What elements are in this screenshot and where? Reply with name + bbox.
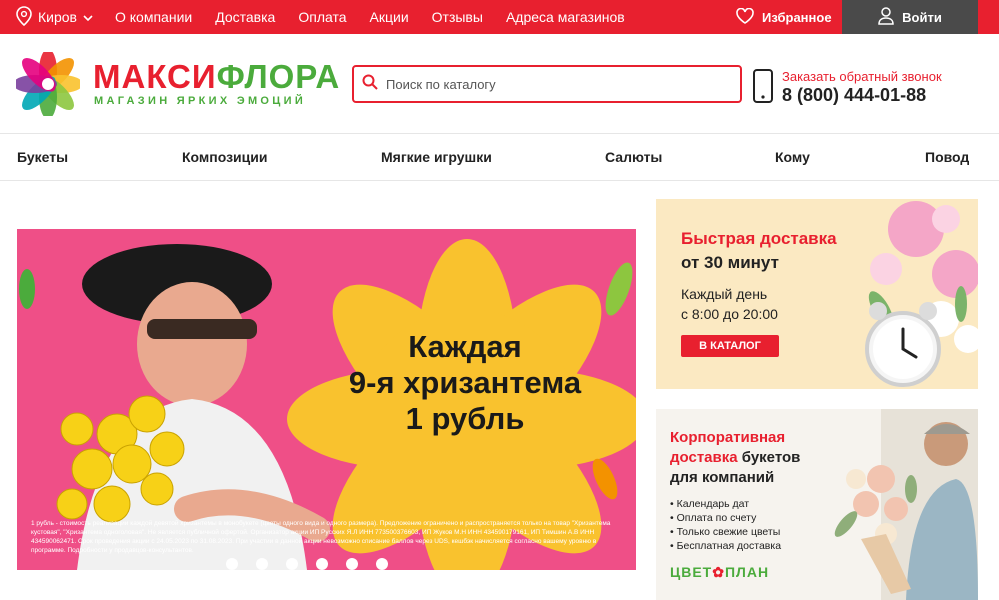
logo-wordmark: МАКСИФЛОРА (93, 58, 341, 95)
corporate-title-line3: для компаний (670, 469, 775, 486)
site-logo[interactable]: МАКСИФЛОРА МАГАЗИН ЯРКИХ ЭМОЦИЙ (16, 52, 339, 116)
corporate-benefits-list: Календарь дат Оплата по счету Только све… (670, 497, 781, 553)
user-icon (878, 6, 894, 28)
category-fireworks[interactable]: Салюты (605, 149, 662, 165)
list-item: Бесплатная доставка (670, 539, 781, 553)
top-nav-store-addresses[interactable]: Адреса магазинов (506, 9, 625, 25)
corporate-title-line2: доставка букетов (670, 449, 801, 466)
carousel-dots (226, 558, 388, 570)
category-soft-toys[interactable]: Мягкие игрушки (381, 149, 492, 165)
logo-tagline: МАГАЗИН ЯРКИХ ЭМОЦИЙ (94, 95, 307, 107)
delivery-title: Быстрая доставка (681, 229, 837, 248)
mobile-phone-icon (752, 69, 774, 108)
main-promo-banner[interactable]: Каждая 9-я хризантема 1 рубль 1 рубль - … (17, 229, 636, 570)
banner-headline: Каждая 9-я хризантема 1 рубль (348, 329, 582, 436)
category-bouquets[interactable]: Букеты (17, 149, 68, 165)
top-nav-payment[interactable]: Оплата (298, 9, 346, 25)
search-input[interactable] (386, 76, 726, 92)
login-label: Войти (902, 9, 942, 25)
carousel-dot[interactable] (286, 558, 298, 570)
favorites-link[interactable]: Избранное (736, 0, 832, 34)
corporate-title-line1: Корпоративная (670, 429, 786, 446)
search-box (352, 65, 742, 103)
top-nav-delivery[interactable]: Доставка (215, 9, 275, 25)
banner-fine-print: 1 рубль - стоимость реализации каждой де… (31, 520, 611, 554)
corporate-delivery-banner[interactable]: Корпоративная доставка букетов для компа… (656, 409, 978, 600)
top-nav-promotions[interactable]: Акции (370, 9, 409, 25)
catalog-button[interactable]: В КАТАЛОГ (681, 335, 779, 357)
delivery-subtitle: от 30 минут (681, 253, 779, 272)
list-item: Оплата по счету (670, 511, 781, 525)
category-occasion[interactable]: Повод (925, 149, 969, 165)
flower-icon: ✿ (712, 564, 725, 580)
delivery-schedule-line1: Каждый день (681, 286, 768, 302)
callback-link[interactable]: Заказать обратный звонок (782, 69, 942, 84)
top-nav-reviews[interactable]: Отзывы (432, 9, 483, 25)
list-item: Только свежие цветы (670, 525, 781, 539)
phone-number[interactable]: 8 (800) 444-01-88 (782, 85, 926, 106)
fast-delivery-banner[interactable]: Быстрая доставка от 30 минут Каждый день… (656, 199, 978, 389)
carousel-dot[interactable] (346, 558, 358, 570)
category-compositions[interactable]: Композиции (182, 149, 267, 165)
favorites-label: Избранное (762, 9, 832, 25)
divider (0, 180, 999, 181)
chevron-down-icon (83, 9, 93, 25)
delivery-schedule-line2: с 8:00 до 20:00 (681, 306, 778, 322)
top-bar: Киров О компании Доставка Оплата Акции О… (0, 0, 999, 34)
callback-block: Заказать обратный звонок 8 (800) 444-01-… (752, 69, 992, 105)
top-nav-about[interactable]: О компании (115, 9, 192, 25)
login-button[interactable]: Войти (842, 0, 978, 34)
carousel-dot[interactable] (226, 558, 238, 570)
carousel-dot[interactable] (256, 558, 268, 570)
heart-icon (736, 7, 754, 27)
carousel-dot[interactable] (376, 558, 388, 570)
city-selector[interactable]: Киров (16, 0, 93, 34)
carousel-dot[interactable] (316, 558, 328, 570)
search-icon[interactable] (362, 74, 378, 95)
list-item: Календарь дат (670, 497, 781, 511)
top-nav: О компании Доставка Оплата Акции Отзывы … (115, 0, 648, 34)
location-pin-icon (16, 5, 32, 29)
city-label: Киров (38, 9, 77, 25)
category-recipient[interactable]: Кому (775, 149, 810, 165)
tsvetoplan-logo: ЦВЕТ✿ПЛАН (670, 564, 770, 580)
category-nav: Букеты Композиции Мягкие игрушки Салюты … (0, 134, 999, 180)
